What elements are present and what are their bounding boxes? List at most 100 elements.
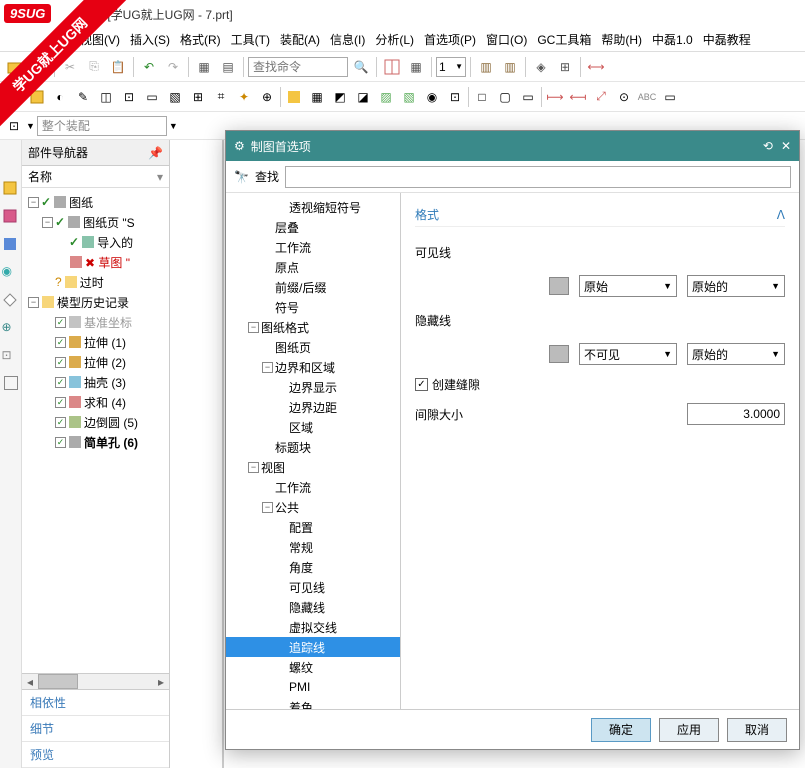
visible-font-select[interactable]: 原始▼	[579, 275, 677, 297]
tree-row[interactable]: −模型历史记录	[24, 292, 167, 312]
menu-analyze[interactable]: 分析(L)	[371, 29, 418, 50]
hidden-width-select[interactable]: 原始的▼	[687, 343, 785, 365]
search-icon[interactable]: 🔍	[350, 56, 372, 78]
category-row[interactable]: 配置	[226, 517, 400, 537]
close-icon[interactable]: ✕	[781, 139, 791, 153]
apply-button[interactable]: 应用	[659, 718, 719, 742]
tree-row[interactable]: ✓拉伸 (2)	[24, 352, 167, 372]
assembly-dropdown[interactable]	[37, 116, 167, 136]
cut-icon[interactable]: ✂	[59, 56, 81, 78]
tool-icon-1[interactable]: ▦	[193, 56, 215, 78]
category-row[interactable]: 隐藏线	[226, 597, 400, 617]
tree-row[interactable]: ✓边倒圆 (5)	[24, 412, 167, 432]
draft-icon-1[interactable]	[4, 87, 24, 107]
checkbox[interactable]: ✓	[55, 397, 66, 408]
checkbox[interactable]: ✓	[55, 377, 66, 388]
category-row[interactable]: 层叠	[226, 217, 400, 237]
tree-row[interactable]: ✓拉伸 (1)	[24, 332, 167, 352]
draft-icon-11[interactable]: ✦	[234, 87, 254, 107]
misc-icon-1[interactable]: ◈	[530, 56, 552, 78]
category-row[interactable]: −公共	[226, 497, 400, 517]
copy-icon[interactable]: ⎘	[83, 56, 105, 78]
category-row[interactable]: 常规	[226, 537, 400, 557]
category-row[interactable]: 符号	[226, 297, 400, 317]
pin-icon[interactable]: 📌	[148, 146, 163, 160]
category-row[interactable]: −边界和区域	[226, 357, 400, 377]
category-row[interactable]: 角度	[226, 557, 400, 577]
scale-dropdown[interactable]: 1▼	[436, 57, 466, 77]
tree-row[interactable]: −✓图纸页 "S	[24, 212, 167, 232]
db-icon-1[interactable]: ▥	[475, 56, 497, 78]
draft-icon-3[interactable]: ◐	[50, 87, 70, 107]
collapse-icon[interactable]: ᐱ	[777, 208, 785, 222]
cancel-button[interactable]: 取消	[727, 718, 787, 742]
misc-icon-2[interactable]: ⊞	[554, 56, 576, 78]
draft-icon-6[interactable]: ⊡	[119, 87, 139, 107]
tree-row[interactable]: ✖ 草图 "	[24, 252, 167, 272]
command-search-input[interactable]	[248, 57, 348, 77]
view-icon-3[interactable]: ◩	[330, 87, 350, 107]
hidden-font-select[interactable]: 不可见▼	[579, 343, 677, 365]
category-row[interactable]: 区域	[226, 417, 400, 437]
draft-icon-10[interactable]: ⌗	[211, 87, 231, 107]
panel-detail[interactable]: 细节	[22, 716, 169, 742]
draft-icon-7[interactable]: ▭	[142, 87, 162, 107]
dialog-search-input[interactable]	[285, 166, 791, 188]
chevron-down-icon[interactable]: ▼	[26, 121, 35, 131]
category-row[interactable]: 可见线	[226, 577, 400, 597]
checkbox[interactable]: ✓	[55, 357, 66, 368]
open-icon[interactable]	[4, 56, 26, 78]
dim-icon-4[interactable]: ⊙	[614, 87, 634, 107]
category-row[interactable]: −视图	[226, 457, 400, 477]
expand-icon[interactable]: −	[262, 502, 273, 513]
tree-row[interactable]: ✓简单孔 (6)	[24, 432, 167, 452]
view-icon-5[interactable]: ▨	[376, 87, 396, 107]
gap-size-input[interactable]	[687, 403, 785, 425]
box-icon-1[interactable]: □	[472, 87, 492, 107]
menu-preferences[interactable]: 首选项(P)	[420, 29, 480, 50]
category-row[interactable]: 虚拟交线	[226, 617, 400, 637]
visible-width-select[interactable]: 原始的▼	[687, 275, 785, 297]
ok-button[interactable]: 确定	[591, 718, 651, 742]
expand-icon[interactable]: −	[262, 362, 273, 373]
menu-view[interactable]: 视图(V)	[76, 29, 124, 50]
tab-roles[interactable]	[4, 376, 18, 390]
dim-icon[interactable]: ⟷	[585, 56, 607, 78]
tab-reuse[interactable]: ◉	[2, 264, 20, 282]
save-icon[interactable]	[28, 56, 50, 78]
hidden-color-swatch[interactable]	[549, 345, 569, 363]
chevron-down-icon-2[interactable]: ▼	[169, 121, 178, 131]
menu-help[interactable]: 帮助(H)	[597, 29, 646, 50]
category-row[interactable]: 工作流	[226, 477, 400, 497]
tree-row[interactable]: −✓图纸	[24, 192, 167, 212]
reset-icon[interactable]: ⟲	[763, 139, 773, 153]
category-row[interactable]: 边界边距	[226, 397, 400, 417]
box-icon-3[interactable]: ▭	[518, 87, 538, 107]
tree-row[interactable]: ✓抽壳 (3)	[24, 372, 167, 392]
expand-icon[interactable]: −	[28, 197, 39, 208]
tree-row[interactable]: ✓基准坐标	[24, 312, 167, 332]
tab-assembly-navigator[interactable]	[2, 208, 20, 226]
category-row[interactable]: PMI	[226, 677, 400, 697]
create-gap-checkbox[interactable]: ✓	[415, 378, 428, 391]
view-icon-6[interactable]: ▧	[399, 87, 419, 107]
draft-icon-9[interactable]: ⊞	[188, 87, 208, 107]
view-icon-1[interactable]	[284, 87, 304, 107]
panel-preview[interactable]: 预览	[22, 742, 169, 768]
draft-icon-2[interactable]	[27, 87, 47, 107]
category-row[interactable]: 标题块	[226, 437, 400, 457]
horizontal-scrollbar[interactable]: ◂▸	[22, 673, 169, 689]
category-row[interactable]: 着色	[226, 697, 400, 709]
category-row[interactable]: −图纸格式	[226, 317, 400, 337]
db-icon-2[interactable]: ▥	[499, 56, 521, 78]
category-row[interactable]: 原点	[226, 257, 400, 277]
draft-icon-8[interactable]: ▧	[165, 87, 185, 107]
grid-icon[interactable]: ▦	[405, 56, 427, 78]
expand-icon[interactable]: −	[248, 322, 259, 333]
undo-icon[interactable]: ↶	[138, 56, 160, 78]
menu-insert[interactable]: 插入(S)	[126, 29, 174, 50]
tree-row[interactable]: ?过时	[24, 272, 167, 292]
category-row[interactable]: 透视缩短符号	[226, 197, 400, 217]
tab-constraint[interactable]	[2, 236, 20, 254]
checkbox[interactable]: ✓	[55, 317, 66, 328]
